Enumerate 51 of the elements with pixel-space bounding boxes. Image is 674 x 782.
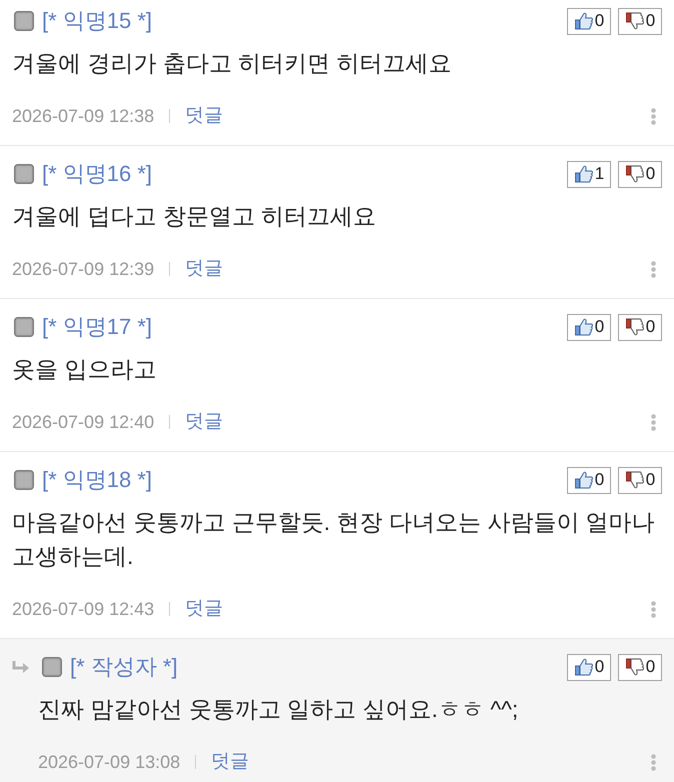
thumbs-up-icon — [574, 164, 594, 184]
author-name: [* 익명16 *] — [42, 160, 152, 188]
reply-link[interactable]: 덧글 — [185, 102, 224, 130]
like-button[interactable]: 0 — [567, 466, 611, 494]
comment-date: 2026-07-09 12:43 — [12, 598, 154, 620]
avatar-square-icon — [14, 11, 34, 31]
reply-link[interactable]: 덧글 — [185, 254, 224, 284]
comment-date: 2026-07-09 12:40 — [12, 410, 154, 434]
reply-link[interactable]: 덧글 — [211, 748, 250, 776]
comment-text: 겨울에 덥다고 창문열고 히터끄세요 — [12, 202, 378, 231]
reply-link[interactable]: 덧글 — [185, 408, 224, 436]
thumbs-up-icon — [574, 11, 594, 31]
thumbs-down-icon — [624, 317, 645, 337]
dislike-button[interactable]: 0 — [618, 160, 662, 188]
avatar-square-icon — [14, 317, 34, 337]
dislike-button[interactable]: 0 — [618, 654, 662, 680]
dislike-button[interactable]: 0 — [618, 314, 662, 340]
like-button[interactable]: 0 — [567, 8, 611, 34]
author-name: [* 작성자 *] — [70, 653, 178, 681]
more-options-icon[interactable] — [651, 260, 656, 278]
comment-date: 2026-07-09 13:08 — [38, 750, 180, 774]
more-options-icon[interactable] — [651, 108, 656, 124]
dislike-button[interactable]: 0 — [618, 8, 662, 34]
like-button[interactable]: 1 — [567, 160, 611, 188]
comment-text: 진짜 맘같아선 웃통까고 일하고 싶어요.ㅎㅎ ^^; — [38, 695, 520, 724]
thumbs-down-icon — [624, 164, 645, 184]
comment-date: 2026-07-09 12:39 — [12, 258, 154, 280]
like-button[interactable]: 0 — [567, 314, 611, 340]
thumbs-down-icon — [624, 470, 645, 490]
comment-text: 옷을 입으라고 — [12, 355, 158, 384]
author-name: [* 익명18 *] — [42, 466, 152, 494]
comment-text: 겨울에 경리가 춥다고 히터키면 히터끄세요 — [12, 49, 453, 78]
more-options-icon[interactable] — [651, 414, 656, 430]
dislike-button[interactable]: 0 — [618, 466, 662, 494]
thumbs-up-icon — [574, 470, 594, 490]
thumbs-down-icon — [624, 657, 645, 677]
avatar-square-icon — [42, 657, 62, 677]
more-options-icon[interactable] — [651, 600, 656, 618]
more-options-icon[interactable] — [651, 754, 656, 770]
avatar-square-icon — [14, 470, 34, 490]
comment-text: 마음같아선 웃통까고 근무할듯. 현장 다녀오는 사람들이 얼마나 고생하는데. — [12, 508, 656, 571]
like-button[interactable]: 0 — [567, 654, 611, 680]
author-name: [* 익명17 *] — [42, 313, 152, 341]
avatar-square-icon — [14, 164, 34, 184]
thumbs-down-icon — [624, 11, 645, 31]
thumbs-up-icon — [574, 657, 594, 677]
comment-date: 2026-07-09 12:38 — [12, 104, 154, 128]
thumbs-up-icon — [574, 317, 594, 337]
reply-arrow-icon — [12, 660, 30, 674]
reply-link[interactable]: 덧글 — [185, 594, 224, 624]
author-name: [* 익명15 *] — [42, 7, 152, 35]
